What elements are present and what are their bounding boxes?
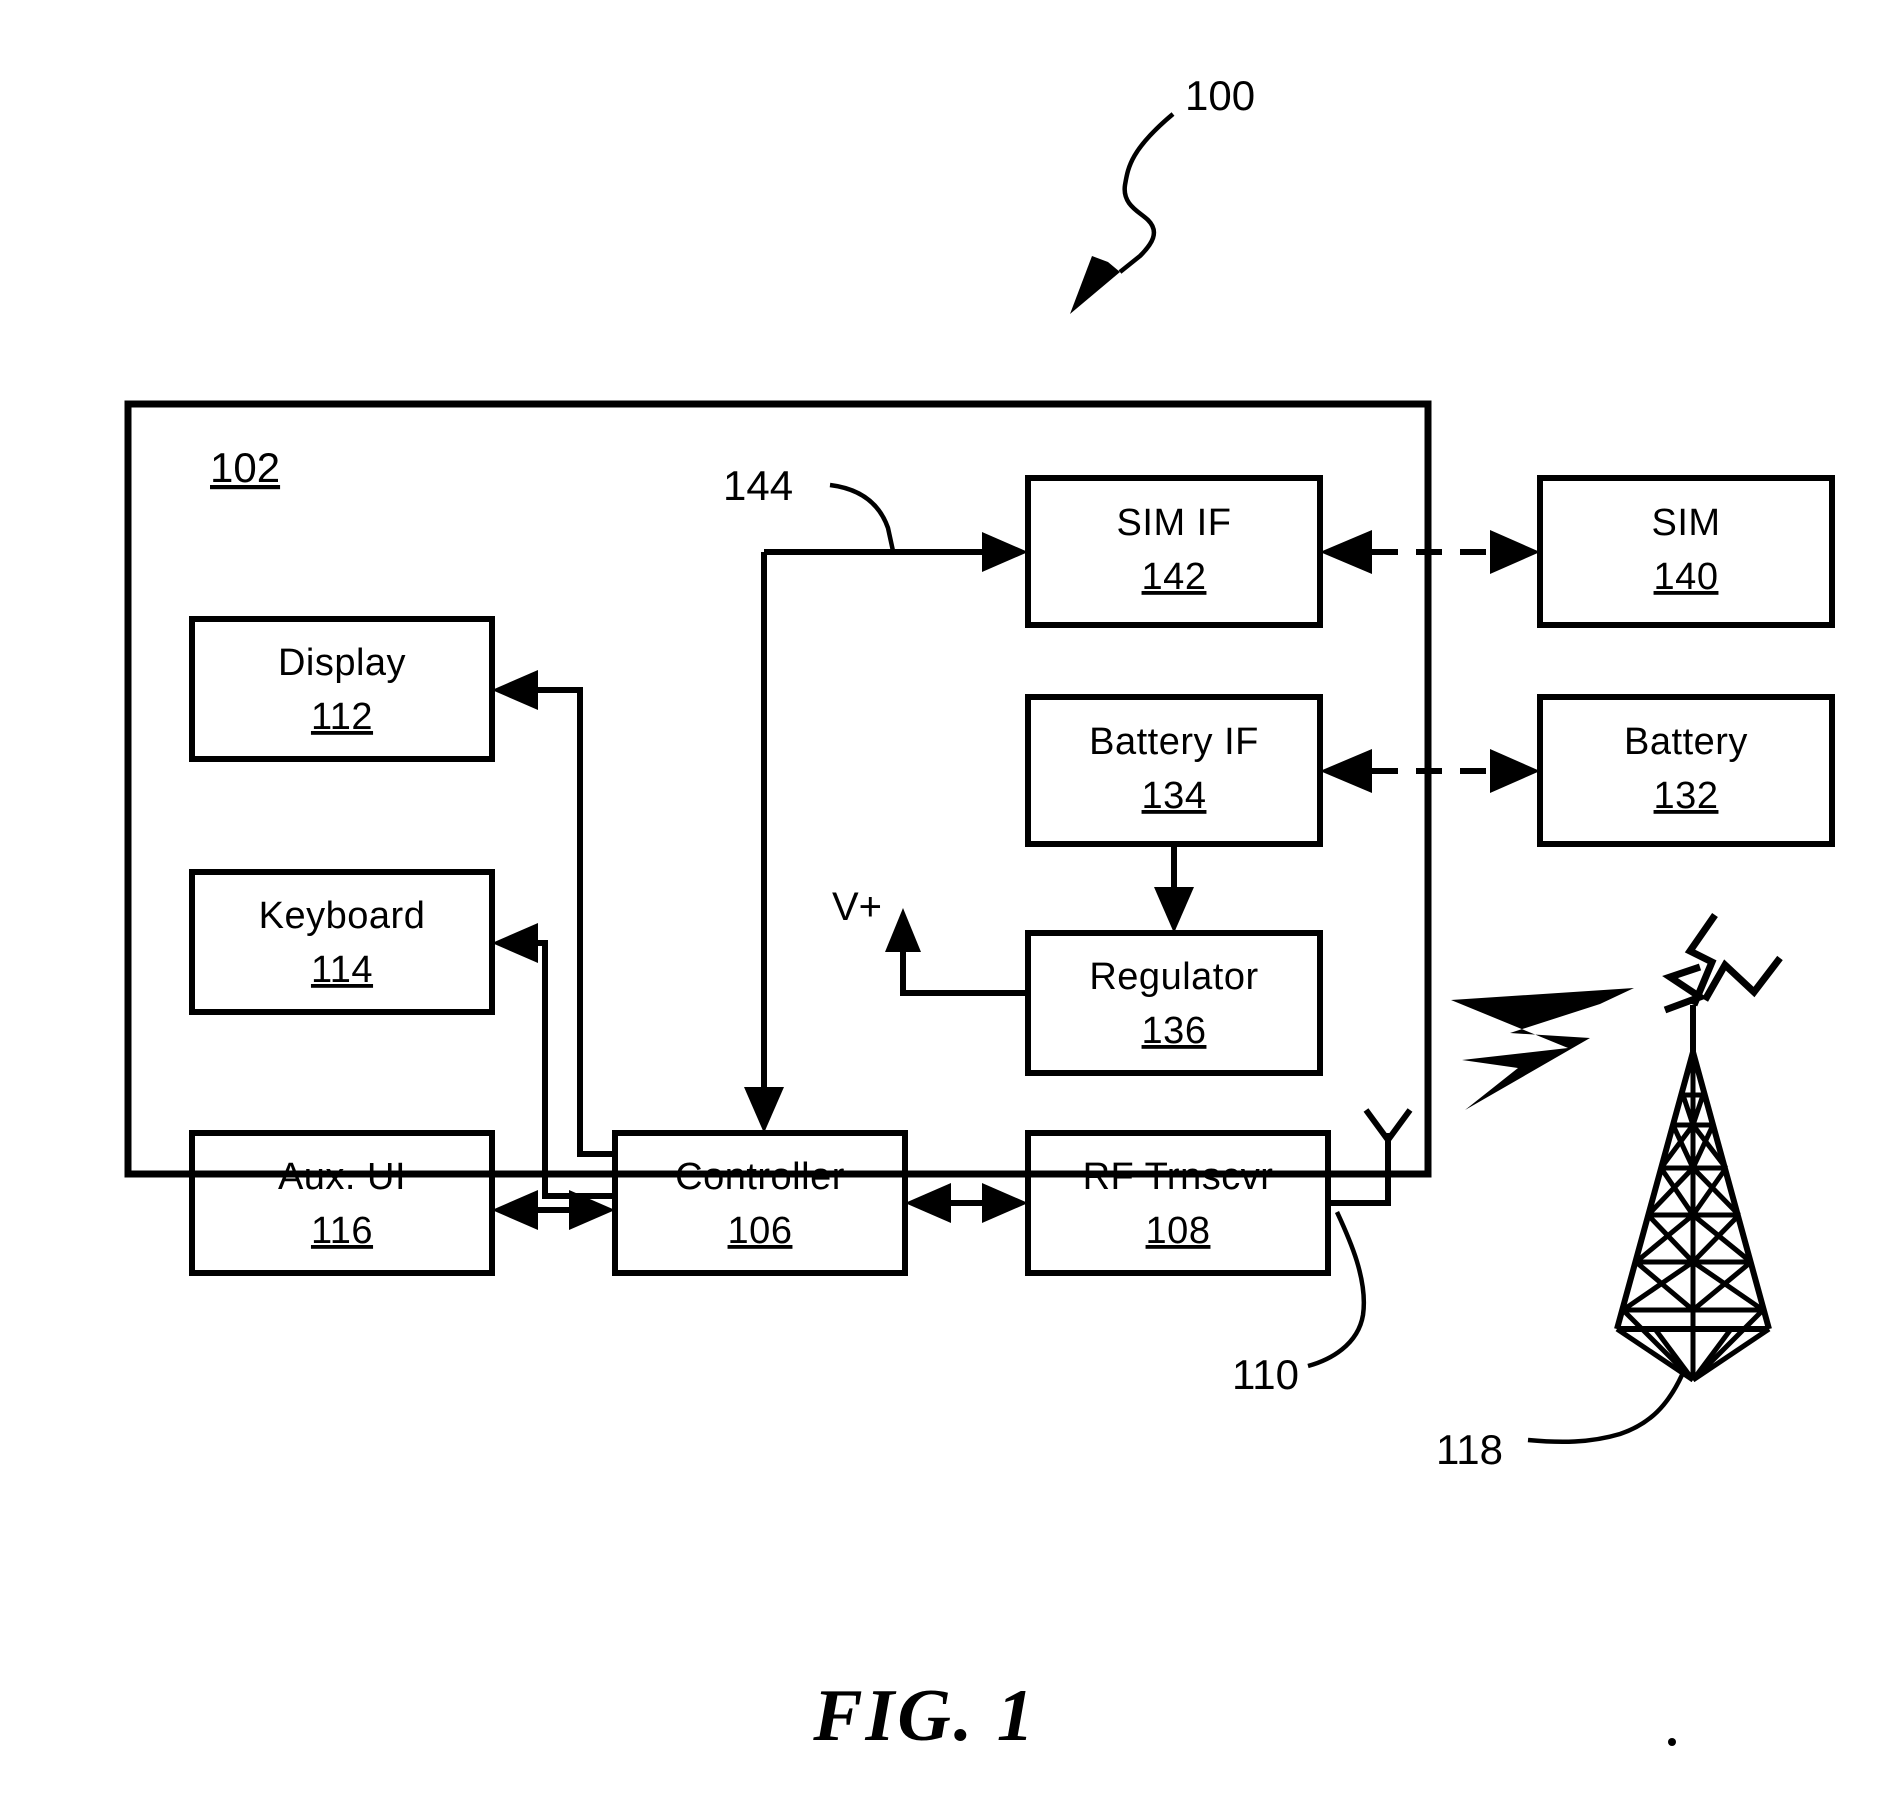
block-battery-if-rect: [1025, 694, 1323, 847]
reference-144-leader: [829, 482, 896, 552]
wire-sim-if-bus: [744, 532, 1028, 1133]
block-sim-rect: [1537, 475, 1835, 628]
block-battery-if-number: 134: [1142, 775, 1207, 817]
block-rf-transceiver: RF Trnscvr 108: [1025, 1130, 1331, 1276]
block-keyboard-rect: [189, 869, 495, 1015]
block-battery-if-label: Battery IF: [1089, 721, 1259, 763]
block-battery-number: 132: [1654, 775, 1719, 817]
block-keyboard: Keyboard 114: [189, 869, 495, 1015]
block-battery-label: Battery: [1624, 721, 1748, 763]
block-display-label: Display: [278, 642, 406, 684]
block-sim: SIM 140: [1537, 475, 1835, 628]
block-regulator-label: Regulator: [1089, 956, 1258, 998]
patent-figure: 100 102 Display 112 Keyboard 114 Aux. UI…: [0, 0, 1894, 1812]
antenna-reference-label: 110: [1232, 1351, 1299, 1398]
block-aux-ui: Aux. UI 116: [189, 1130, 495, 1276]
block-controller-label: Controller: [675, 1156, 845, 1198]
block-aux-ui-rect: [189, 1130, 495, 1276]
block-display: Display 112: [189, 616, 495, 762]
block-keyboard-label: Keyboard: [259, 895, 426, 937]
enclosure-reference-label: 102: [210, 444, 280, 491]
radio-wave-right: [1701, 955, 1783, 1002]
block-sim-if-label: SIM IF: [1117, 502, 1232, 544]
rf-link-lightning-bolt: [1451, 988, 1634, 1110]
block-keyboard-number: 114: [311, 949, 373, 991]
reference-144-label: 144: [723, 462, 793, 509]
wire-regulator-vplus: [885, 908, 1028, 996]
block-regulator-number: 136: [1142, 1010, 1207, 1052]
antenna-110: [1307, 1108, 1413, 1369]
tower-reference-label: 118: [1436, 1426, 1503, 1473]
block-regulator-rect: [1025, 930, 1323, 1076]
page-artifact-dot: [1668, 1738, 1676, 1746]
figure-caption: FIG. 1: [812, 1675, 1037, 1757]
block-aux-ui-label: Aux. UI: [278, 1156, 406, 1198]
reference-100-leader: [1070, 112, 1175, 314]
block-controller-rect: [612, 1130, 908, 1276]
device-enclosure-102: [124, 400, 1432, 1178]
reference-100-label: 100: [1185, 72, 1255, 119]
wire-controller-display: [492, 670, 615, 1157]
wire-battery-if-to-regulator: [1154, 844, 1194, 933]
block-controller: Controller 106: [612, 1130, 908, 1276]
block-rf-number: 108: [1146, 1210, 1211, 1252]
block-aux-ui-number: 116: [311, 1210, 373, 1252]
block-controller-number: 106: [728, 1210, 793, 1252]
block-sim-label: SIM: [1651, 502, 1720, 544]
block-rf-rect: [1025, 1130, 1331, 1276]
block-regulator: Regulator 136: [1025, 930, 1323, 1076]
block-sim-if: SIM IF 142: [1025, 475, 1323, 628]
block-battery-if: Battery IF 134: [1025, 694, 1323, 847]
figure-canvas: 100 102 Display 112 Keyboard 114 Aux. UI…: [124, 72, 1835, 1757]
block-battery: Battery 132: [1537, 694, 1835, 847]
block-rf-label: RF Trnscvr: [1083, 1156, 1274, 1198]
block-display-rect: [189, 616, 495, 762]
block-battery-rect: [1537, 694, 1835, 847]
block-display-number: 112: [311, 696, 373, 738]
wire-controller-rf: [905, 1183, 1028, 1223]
block-sim-number: 140: [1654, 556, 1719, 598]
block-sim-if-number: 142: [1142, 556, 1207, 598]
supply-voltage-label: V+: [832, 885, 882, 929]
block-sim-if-rect: [1025, 475, 1323, 628]
